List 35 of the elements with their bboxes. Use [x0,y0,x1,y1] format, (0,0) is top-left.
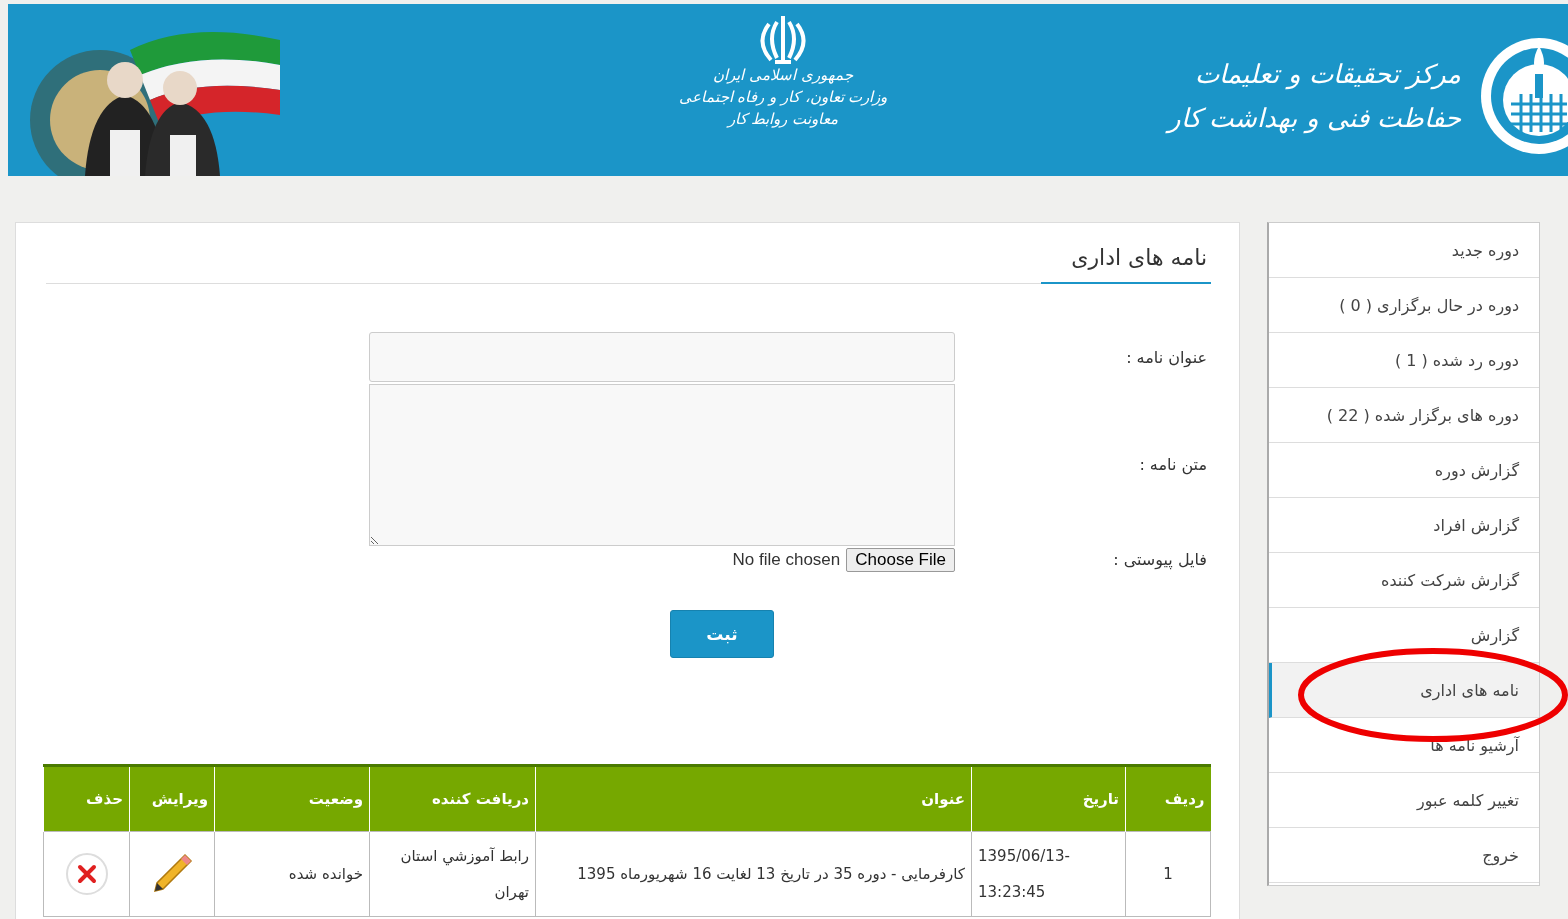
sidebar-item[interactable]: خروج [1269,828,1539,883]
sidebar-item[interactable]: دوره رد شده ( 1 ) [1269,333,1539,388]
file-status: No file chosen [732,550,841,570]
column-header: حذف [43,765,130,832]
delete-icon[interactable] [64,852,109,896]
ministry-text: وزارت تعاون، کار و رفاه اجتماعی [678,87,888,108]
table-cell: کارفرمایی - دوره 35 در تاریخ 13 لغایت 16 شهریورماه 1395 [535,831,972,917]
table-cell: 1 [1125,831,1211,917]
column-header: دریافت کننده [369,765,536,832]
column-header: وضعیت [214,765,370,832]
column-header: عنوان [535,765,972,832]
sidebar-item[interactable]: دوره در حال برگزاری ( 0 ) [1269,278,1539,333]
table-cell: 1395/06/13-13:23:45 [971,831,1126,917]
sidebar-item[interactable]: گزارش دوره [1269,443,1539,498]
choose-file-button[interactable]: Choose File [846,548,955,572]
organization-name: مرکز تحقیقات و تعلیمات [1194,58,1462,92]
column-header: ویرایش [129,765,215,832]
field-label: عنوان نامه : [1125,347,1208,367]
field-label: فایل پیوستی : [1112,549,1208,569]
subject-field[interactable] [369,332,955,382]
sidebar-item[interactable]: نامه های اداری [1269,663,1539,718]
ministry-text: جمهوری اسلامی ایران [713,65,853,86]
sidebar-item[interactable]: گزارش افراد [1269,498,1539,553]
table-cell: رابط آموزشي استان تهران [369,831,536,917]
column-header: ردیف [1125,765,1211,832]
body-field[interactable] [369,384,955,546]
sidebar-item[interactable]: گزارش شرکت کننده [1269,553,1539,608]
column-header: تاریخ [971,765,1126,832]
table-cell: خوانده شده [214,831,370,917]
field-label: متن نامه : [1138,454,1208,474]
sidebar-item[interactable]: دوره های برگزار شده ( 22 ) [1269,388,1539,443]
page-title: نامه های اداری [1041,241,1211,284]
sidebar-item[interactable]: دوره جدید [1269,223,1539,278]
ministry-text: معاونت روابط کار [727,109,839,130]
sidebar-item[interactable]: تغییر کلمه عبور [1269,773,1539,828]
